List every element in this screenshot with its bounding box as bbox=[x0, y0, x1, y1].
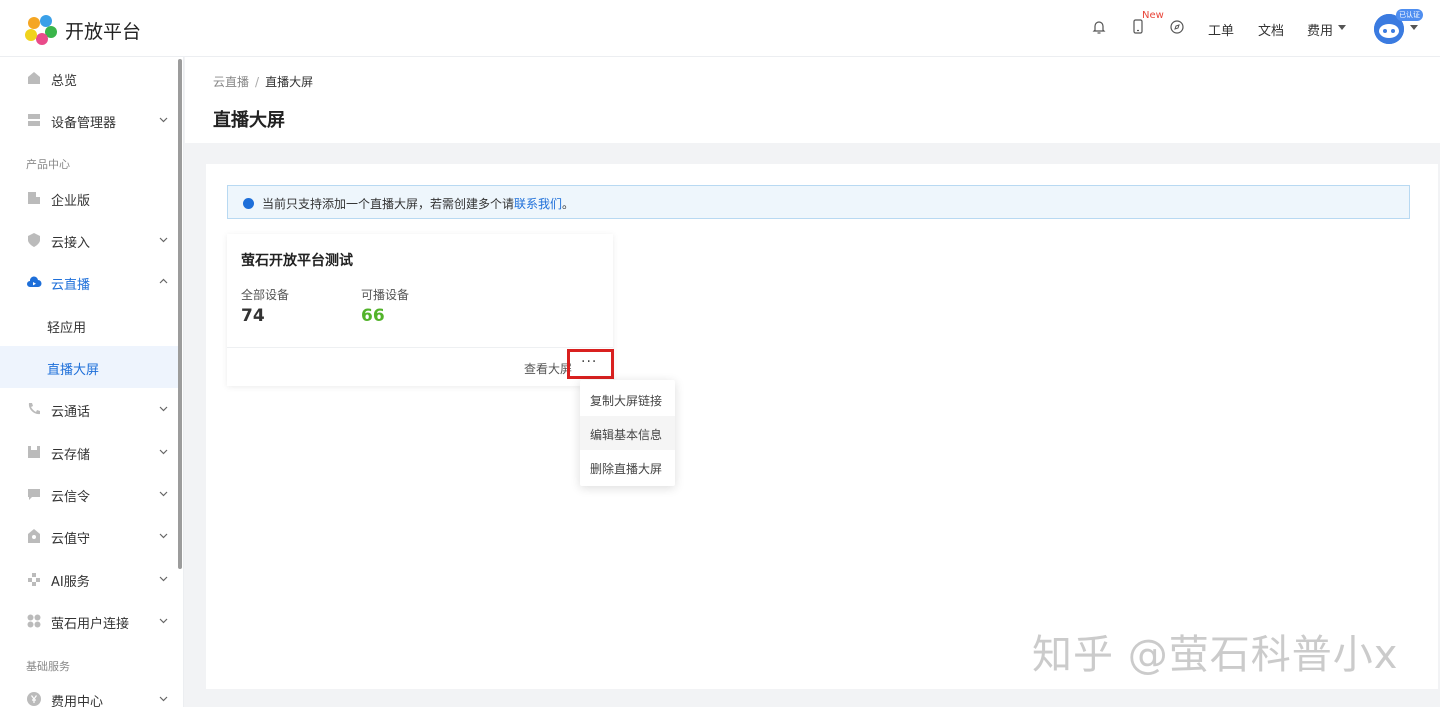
billing-link[interactable]: 费用 bbox=[1307, 20, 1333, 39]
sidebar-item-cloud-call[interactable]: 云通话 bbox=[0, 388, 178, 430]
sidebar-item-enterprise[interactable]: 企业版 bbox=[0, 177, 178, 219]
group-title-basic: 基础服务 bbox=[26, 660, 70, 673]
sidebar-item-cloud-storage[interactable]: 云存储 bbox=[0, 431, 178, 473]
contact-us-link[interactable]: 联系我们 bbox=[514, 197, 562, 211]
brand-title[interactable]: 开放平台 bbox=[65, 17, 141, 44]
more-icon: ··· bbox=[581, 354, 598, 370]
sidebar-item-cloud-access[interactable]: 云接入 bbox=[0, 219, 178, 261]
chevron-down-icon bbox=[159, 117, 168, 123]
ai-nodes-icon bbox=[28, 573, 40, 586]
info-alert: 当前只支持添加一个直播大屏，若需创建多个请联系我们。 bbox=[227, 185, 1410, 219]
card-title: 萤石开放平台测试 bbox=[241, 253, 353, 269]
sidebar-item-label: 云值守 bbox=[51, 532, 91, 547]
watermark: 知乎 @萤石科普小x bbox=[1032, 632, 1399, 678]
sidebar-item-label: 云信令 bbox=[51, 490, 91, 505]
sidebar-scrollbar[interactable] bbox=[178, 59, 182, 569]
sidebar-item-live-screen[interactable]: 直播大屏 bbox=[0, 346, 178, 388]
chevron-down-icon bbox=[159, 406, 168, 412]
view-screen-button[interactable]: 查看大屏 bbox=[524, 360, 572, 377]
cloud-play-icon bbox=[27, 276, 42, 287]
alert-text: 当前只支持添加一个直播大屏，若需创建多个请联系我们。 bbox=[262, 195, 574, 212]
chevron-down-icon bbox=[159, 449, 168, 455]
sidebar-item-label: AI服务 bbox=[51, 575, 90, 590]
playable-devices-label: 可播设备 bbox=[361, 288, 410, 302]
menu-item-label: 编辑基本信息 bbox=[590, 428, 663, 442]
sidebar-item-cloud-signal[interactable]: 云信令 bbox=[0, 473, 178, 515]
sidebar-item-label: 轻应用 bbox=[47, 321, 87, 336]
yen-icon bbox=[27, 692, 41, 706]
sidebar: 总览 设备管理器 产品中心 企业版 云接入 云直播 轻应用 直播大屏 云通话 云… bbox=[0, 57, 184, 707]
all-devices-label: 全部设备 bbox=[241, 288, 290, 302]
home-icon bbox=[28, 72, 40, 84]
compass-icon[interactable] bbox=[1168, 18, 1186, 36]
app-logo-icon[interactable] bbox=[24, 14, 58, 46]
avatar-caret-icon[interactable] bbox=[1410, 25, 1418, 30]
menu-item-label: 删除直播大屏 bbox=[590, 462, 663, 476]
more-actions-button[interactable]: ··· bbox=[567, 349, 614, 379]
live-screen-card: 萤石开放平台测试 全部设备 74 可播设备 66 查看大屏 ··· bbox=[227, 234, 614, 386]
info-icon bbox=[243, 198, 254, 209]
sidebar-item-label: 设备管理器 bbox=[51, 116, 117, 131]
playable-devices-value: 66 bbox=[361, 306, 385, 326]
breadcrumb-separator: / bbox=[255, 75, 260, 89]
more-actions-menu: 复制大屏链接 编辑基本信息 删除直播大屏 bbox=[580, 380, 675, 486]
billing-caret-icon[interactable] bbox=[1338, 25, 1346, 30]
sidebar-item-label: 云存储 bbox=[51, 448, 91, 463]
menu-item-edit-info[interactable]: 编辑基本信息 bbox=[580, 416, 675, 450]
sidebar-item-billing-center[interactable]: 费用中心 bbox=[0, 678, 178, 707]
shield-icon bbox=[28, 233, 40, 247]
sidebar-item-cloud-guard[interactable]: 云值守 bbox=[0, 515, 178, 557]
phone-icon bbox=[28, 403, 40, 415]
message-icon bbox=[28, 489, 40, 500]
chevron-down-icon bbox=[159, 491, 168, 497]
menu-item-label: 复制大屏链接 bbox=[590, 394, 663, 408]
chevron-down-icon bbox=[159, 618, 168, 624]
sidebar-item-user-connect[interactable]: 萤石用户连接 bbox=[0, 600, 178, 642]
chevron-down-icon bbox=[159, 576, 168, 582]
page-header: 云直播 / 直播大屏 直播大屏 bbox=[185, 57, 1440, 143]
sidebar-item-label: 企业版 bbox=[51, 194, 91, 209]
sidebar-item-label: 云通话 bbox=[51, 405, 91, 420]
all-devices-value: 74 bbox=[241, 306, 265, 326]
grid-icon bbox=[27, 614, 41, 628]
building-icon bbox=[28, 192, 40, 204]
menu-item-delete-screen[interactable]: 删除直播大屏 bbox=[580, 450, 675, 484]
ticket-link[interactable]: 工单 bbox=[1208, 20, 1234, 39]
sidebar-item-label: 直播大屏 bbox=[47, 363, 100, 378]
sidebar-item-device-manager[interactable]: 设备管理器 bbox=[0, 99, 178, 141]
chevron-down-icon bbox=[159, 533, 168, 539]
breadcrumb-parent[interactable]: 云直播 bbox=[213, 75, 249, 89]
sidebar-item-ai-service[interactable]: AI服务 bbox=[0, 558, 178, 600]
house-shield-icon bbox=[28, 529, 40, 543]
alert-suffix: 。 bbox=[562, 197, 575, 211]
chevron-down-icon bbox=[159, 237, 168, 243]
verified-badge: 已认证 bbox=[1396, 9, 1423, 21]
sidebar-item-label: 云直播 bbox=[51, 278, 91, 293]
sidebar-item-label: 总览 bbox=[51, 74, 78, 89]
sidebar-item-cloud-live[interactable]: 云直播 bbox=[0, 261, 178, 303]
bell-icon[interactable] bbox=[1090, 18, 1108, 36]
sidebar-item-label: 云接入 bbox=[51, 236, 91, 251]
save-icon bbox=[28, 446, 40, 458]
breadcrumb-current: 直播大屏 bbox=[265, 75, 314, 89]
docs-link[interactable]: 文档 bbox=[1258, 20, 1284, 39]
card-divider bbox=[227, 347, 613, 348]
sidebar-item-overview[interactable]: 总览 bbox=[0, 57, 178, 99]
alert-message: 当前只支持添加一个直播大屏，若需创建多个请 bbox=[262, 197, 515, 211]
sidebar-item-label: 萤石用户连接 bbox=[51, 617, 130, 632]
new-badge: New bbox=[1142, 10, 1164, 21]
breadcrumb: 云直播 / 直播大屏 bbox=[213, 73, 313, 90]
chevron-up-icon bbox=[159, 278, 168, 284]
page-title: 直播大屏 bbox=[213, 110, 285, 131]
server-icon bbox=[28, 114, 40, 126]
chevron-down-icon bbox=[159, 696, 168, 702]
group-title-product: 产品中心 bbox=[26, 158, 70, 171]
main-content: 当前只支持添加一个直播大屏，若需创建多个请联系我们。 萤石开放平台测试 全部设备… bbox=[206, 164, 1438, 689]
sidebar-item-light-app[interactable]: 轻应用 bbox=[0, 304, 178, 346]
sidebar-item-label: 费用中心 bbox=[51, 695, 104, 707]
top-bar: 开放平台 New 工单 文档 费用 已认证 bbox=[0, 0, 1440, 57]
menu-item-copy-link[interactable]: 复制大屏链接 bbox=[580, 382, 675, 416]
